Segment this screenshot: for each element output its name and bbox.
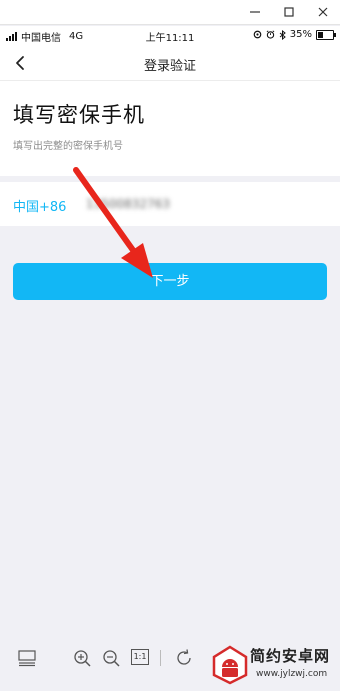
page-title: 登录验证 bbox=[143, 59, 196, 74]
close-icon[interactable] bbox=[306, 0, 340, 24]
minimize-icon[interactable] bbox=[238, 0, 272, 24]
alarm-icon bbox=[266, 30, 275, 39]
status-bar: 中国电信 4G 上午11:11 35% bbox=[0, 26, 340, 46]
thumbnail-icon bbox=[18, 650, 36, 667]
sync-icon bbox=[253, 30, 262, 39]
bluetooth-icon bbox=[279, 29, 286, 40]
zoom-out-icon bbox=[103, 650, 120, 667]
battery-icon bbox=[316, 29, 336, 40]
heading-section: 填写密保手机 填写出完整的密保手机号 bbox=[0, 81, 340, 176]
battery-percent: 35% bbox=[289, 29, 312, 40]
toolbar-divider bbox=[160, 650, 161, 666]
thumbnail-view-button[interactable] bbox=[16, 647, 38, 669]
next-button[interactable]: 下一步 bbox=[13, 263, 327, 300]
actual-size-button[interactable]: 1:1 bbox=[131, 649, 149, 665]
zoom-out-button[interactable] bbox=[100, 647, 122, 669]
rotate-icon bbox=[177, 649, 191, 665]
watermark-title: 简约安卓网 bbox=[250, 647, 331, 665]
zoom-in-button[interactable] bbox=[71, 647, 93, 669]
form-heading: 填写密保手机 bbox=[13, 103, 145, 127]
zoom-in-icon bbox=[74, 650, 91, 667]
phone-input[interactable] bbox=[86, 194, 236, 214]
watermark-url: www.jylzwj.com bbox=[256, 669, 328, 679]
country-code-selector[interactable]: 中国+86 bbox=[13, 196, 66, 215]
rotate-button[interactable] bbox=[173, 647, 195, 669]
nav-bar: 登录验证 bbox=[0, 46, 340, 81]
status-right: 35% bbox=[253, 29, 336, 40]
android-logo-icon bbox=[212, 645, 248, 685]
watermark-logo: 简约安卓网 www.jylzwj.com bbox=[210, 639, 340, 691]
form-subtitle: 填写出完整的密保手机号 bbox=[13, 141, 123, 152]
phone-row: 中国+86 bbox=[0, 182, 340, 226]
maximize-icon[interactable] bbox=[272, 0, 306, 24]
viewer-titlebar bbox=[0, 0, 340, 25]
